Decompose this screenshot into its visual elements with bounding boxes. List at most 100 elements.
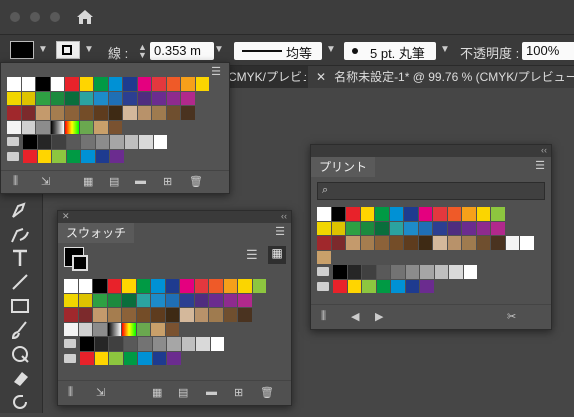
color-swatch[interactable] [346, 236, 360, 250]
color-swatch[interactable] [167, 351, 181, 365]
color-swatch[interactable] [122, 293, 136, 307]
color-swatch[interactable] [79, 106, 93, 120]
color-swatch[interactable] [64, 322, 78, 336]
paintbrush-tool-icon[interactable] [8, 318, 32, 342]
panel-menu-icon[interactable]: ☰ [535, 159, 545, 172]
color-swatch[interactable] [7, 91, 21, 105]
color-swatch[interactable] [195, 77, 209, 91]
color-swatch[interactable] [491, 207, 505, 221]
color-swatch[interactable] [391, 265, 405, 279]
show-kinds-icon[interactable]: ▦ [152, 386, 166, 400]
color-swatch[interactable] [108, 106, 122, 120]
rectangle-tool-icon[interactable] [8, 294, 32, 318]
color-swatch[interactable] [64, 293, 78, 307]
color-swatch[interactable] [209, 293, 223, 307]
color-swatch[interactable] [347, 265, 361, 279]
color-swatch[interactable] [94, 77, 108, 91]
color-swatch[interactable] [181, 77, 195, 91]
color-swatch[interactable] [491, 221, 505, 235]
color-swatch[interactable] [152, 351, 166, 365]
folder-icon[interactable] [317, 281, 329, 291]
color-swatch[interactable] [21, 106, 35, 120]
eraser-tool-icon[interactable] [8, 366, 32, 390]
swatch-options-icon[interactable]: ▤ [109, 175, 123, 189]
brush-select[interactable]: 5 pt. 丸筆 [344, 42, 436, 60]
color-swatch[interactable] [476, 221, 490, 235]
color-swatch[interactable] [36, 91, 50, 105]
color-swatch[interactable] [37, 149, 51, 163]
new-swatch-icon[interactable]: ⊞ [234, 386, 248, 400]
color-swatch[interactable] [139, 135, 153, 149]
color-swatch[interactable] [317, 250, 331, 264]
trash-icon[interactable]: 🗑 [260, 386, 274, 400]
color-swatch[interactable] [36, 106, 50, 120]
color-swatch[interactable] [50, 106, 64, 120]
color-swatch[interactable] [23, 149, 37, 163]
color-swatch[interactable] [94, 351, 108, 365]
color-swatch[interactable] [405, 279, 419, 293]
color-swatch[interactable] [238, 308, 252, 322]
next-library-icon[interactable]: ▶ [375, 310, 389, 324]
collapse-icon[interactable]: ‹‹ [281, 211, 287, 221]
color-swatch[interactable] [151, 308, 165, 322]
color-swatch[interactable] [78, 279, 92, 293]
color-swatch[interactable] [346, 207, 360, 221]
color-swatch[interactable] [180, 308, 194, 322]
color-swatch[interactable] [346, 221, 360, 235]
color-swatch[interactable] [167, 337, 181, 351]
color-swatch[interactable] [94, 106, 108, 120]
color-swatch[interactable] [124, 135, 138, 149]
color-swatch[interactable] [317, 221, 331, 235]
color-swatch[interactable] [433, 221, 447, 235]
line-tool-icon[interactable] [8, 270, 32, 294]
color-swatch[interactable] [433, 207, 447, 221]
grid-view-icon[interactable]: ▦ [268, 246, 286, 264]
color-swatch[interactable] [194, 308, 208, 322]
color-swatch[interactable] [238, 293, 252, 307]
close-window-button[interactable] [10, 12, 20, 22]
color-swatch[interactable] [180, 279, 194, 293]
color-swatch[interactable] [331, 221, 345, 235]
color-swatch[interactable] [151, 279, 165, 293]
color-swatch[interactable] [210, 337, 224, 351]
color-swatch[interactable] [78, 322, 92, 336]
color-swatch[interactable] [433, 236, 447, 250]
color-swatch[interactable] [123, 91, 137, 105]
list-view-icon[interactable]: ☰ [246, 247, 264, 265]
trash-icon[interactable]: 🗑 [189, 175, 203, 189]
color-swatch[interactable] [520, 236, 534, 250]
color-swatch[interactable] [21, 120, 35, 134]
color-swatch[interactable] [136, 279, 150, 293]
swatch-library-icon[interactable]: ⫼ [68, 386, 82, 400]
color-swatch[interactable] [152, 106, 166, 120]
color-swatch[interactable] [360, 236, 374, 250]
color-swatch[interactable] [123, 351, 137, 365]
color-swatch[interactable] [434, 265, 448, 279]
folder-icon[interactable] [7, 151, 19, 161]
color-swatch[interactable] [110, 149, 124, 163]
color-swatch[interactable] [123, 337, 137, 351]
color-swatch[interactable] [94, 120, 108, 134]
color-swatch[interactable] [165, 322, 179, 336]
color-swatch[interactable] [194, 293, 208, 307]
tab-document-1[interactable]: CMYK/プレビュー) [228, 66, 306, 88]
color-swatch[interactable] [94, 91, 108, 105]
color-swatch[interactable] [476, 207, 490, 221]
color-swatch[interactable] [376, 279, 390, 293]
color-swatch[interactable] [317, 207, 331, 221]
color-swatch[interactable] [66, 135, 80, 149]
color-swatch[interactable] [375, 221, 389, 235]
color-swatch[interactable] [107, 293, 121, 307]
chevron-down-icon[interactable]: ▼ [326, 44, 336, 55]
color-swatch[interactable] [65, 77, 79, 91]
color-swatch[interactable] [166, 77, 180, 91]
color-swatch[interactable] [78, 293, 92, 307]
color-swatch[interactable] [93, 279, 107, 293]
color-swatch[interactable] [360, 207, 374, 221]
color-swatch[interactable] [462, 221, 476, 235]
color-swatch[interactable] [107, 322, 121, 336]
opacity-input[interactable]: 100% [522, 42, 574, 60]
color-swatch[interactable] [181, 106, 195, 120]
color-swatch[interactable] [81, 149, 95, 163]
minimize-window-button[interactable] [30, 12, 40, 22]
